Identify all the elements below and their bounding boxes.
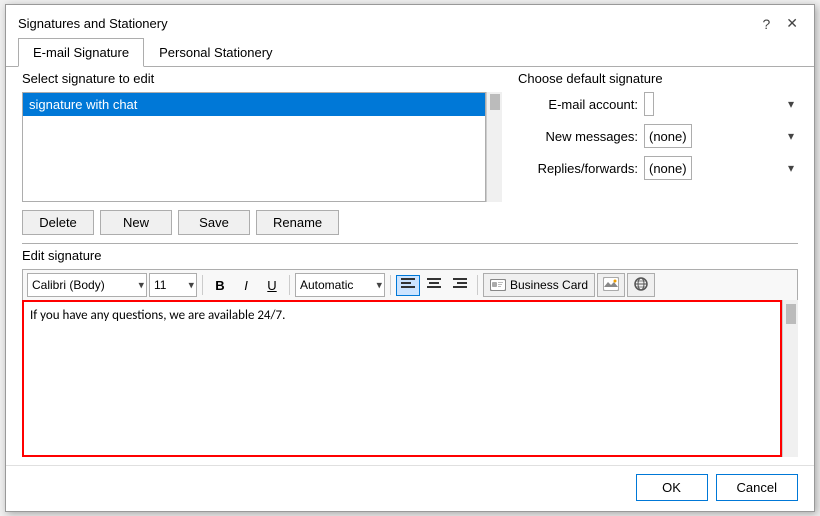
signature-list[interactable]: signature with chat xyxy=(22,92,486,202)
email-account-select[interactable] xyxy=(644,92,654,116)
sig-list-scrollbar[interactable] xyxy=(486,92,502,202)
title-controls: ? ✕ xyxy=(758,13,802,34)
sep2 xyxy=(289,275,290,295)
new-messages-select-wrapper: (none) xyxy=(644,124,798,148)
italic-button[interactable]: I xyxy=(234,275,258,296)
align-left-button[interactable] xyxy=(396,275,420,296)
font-name-select[interactable]: Calibri (Body) xyxy=(27,273,147,297)
bottom-bar: OK Cancel xyxy=(6,465,814,511)
align-right-icon xyxy=(453,278,467,290)
tab-personal-stationery[interactable]: Personal Stationery xyxy=(144,38,287,67)
replies-row: Replies/forwards: (none) xyxy=(518,156,798,180)
default-sig-label: Choose default signature xyxy=(518,71,798,86)
email-account-row: E-mail account: xyxy=(518,92,798,116)
replies-select[interactable]: (none) xyxy=(644,156,692,180)
toolbar: Calibri (Body) 11 B I U Automatic xyxy=(22,269,798,300)
email-account-label: E-mail account: xyxy=(518,97,638,112)
font-size-select[interactable]: 11 xyxy=(149,273,197,297)
image-icon xyxy=(603,277,619,291)
divider xyxy=(22,243,798,244)
edit-area[interactable]: If you have any questions, we are availa… xyxy=(22,300,782,457)
new-messages-label: New messages: xyxy=(518,129,638,144)
bold-button[interactable]: B xyxy=(208,275,232,296)
title-bar: Signatures and Stationery ? ✕ xyxy=(6,5,814,38)
font-size-wrapper: 11 xyxy=(149,273,197,297)
new-messages-row: New messages: (none) xyxy=(518,124,798,148)
close-button[interactable]: ✕ xyxy=(782,13,802,34)
align-left-icon xyxy=(401,278,415,290)
edit-sig-section: Edit signature Calibri (Body) 11 B I U xyxy=(6,248,814,465)
business-card-icon xyxy=(490,279,506,291)
align-right-button[interactable] xyxy=(448,275,472,296)
color-select[interactable]: Automatic xyxy=(295,273,385,297)
biz-card-label: Business Card xyxy=(510,278,588,292)
color-select-wrapper: Automatic xyxy=(295,273,385,297)
tabs-bar: E-mail Signature Personal Stationery xyxy=(6,38,814,67)
dialog: Signatures and Stationery ? ✕ E-mail Sig… xyxy=(5,4,815,512)
new-messages-select[interactable]: (none) xyxy=(644,124,692,148)
rename-button[interactable]: Rename xyxy=(256,210,339,235)
replies-select-wrapper: (none) xyxy=(644,156,798,180)
sep3 xyxy=(390,275,391,295)
new-button[interactable]: New xyxy=(100,210,172,235)
select-sig-label: Select signature to edit xyxy=(22,71,502,86)
sig-buttons: Delete New Save Rename xyxy=(22,210,502,235)
cancel-button[interactable]: Cancel xyxy=(716,474,798,501)
help-button[interactable]: ? xyxy=(758,14,774,34)
replies-label: Replies/forwards: xyxy=(518,161,638,176)
edit-sig-label: Edit signature xyxy=(22,248,798,263)
sep4 xyxy=(477,275,478,295)
align-center-button[interactable] xyxy=(422,275,446,296)
delete-button[interactable]: Delete xyxy=(22,210,94,235)
sep1 xyxy=(202,275,203,295)
upper-section: Select signature to edit signature with … xyxy=(6,71,814,235)
email-account-select-wrapper xyxy=(644,92,798,116)
ok-button[interactable]: OK xyxy=(636,474,708,501)
tab-email-signature[interactable]: E-mail Signature xyxy=(18,38,144,67)
edit-area-scrollbar[interactable] xyxy=(782,300,798,457)
link-button[interactable] xyxy=(627,273,655,297)
signature-list-item[interactable]: signature with chat xyxy=(23,93,485,116)
align-center-icon xyxy=(427,278,441,290)
left-panel: Select signature to edit signature with … xyxy=(22,71,502,235)
font-name-wrapper: Calibri (Body) xyxy=(27,273,147,297)
biz-card-button[interactable]: Business Card xyxy=(483,273,595,297)
edit-area-container: If you have any questions, we are availa… xyxy=(22,300,798,457)
save-button[interactable]: Save xyxy=(178,210,250,235)
globe-icon xyxy=(633,276,649,292)
image-button[interactable] xyxy=(597,273,625,297)
underline-button[interactable]: U xyxy=(260,275,284,296)
dialog-title: Signatures and Stationery xyxy=(18,16,168,31)
right-panel: Choose default signature E-mail account:… xyxy=(518,71,798,235)
default-sig-section: E-mail account: New messages: (none) xyxy=(518,92,798,180)
